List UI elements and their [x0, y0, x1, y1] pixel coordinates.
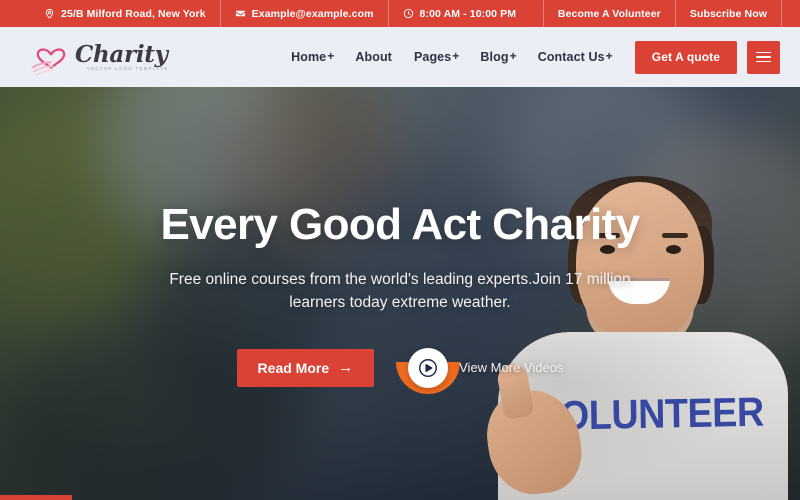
- read-more-button[interactable]: Read More →: [236, 348, 375, 387]
- location-pin-icon: [44, 8, 55, 19]
- subscribe-now-link[interactable]: Subscribe Now: [674, 0, 782, 27]
- hamburger-line: [756, 51, 771, 54]
- clock-icon: [403, 8, 414, 19]
- nav-item-home-label: Home: [291, 50, 327, 64]
- view-more-videos-label: View More Videos: [459, 360, 564, 376]
- hamburger-line: [756, 60, 771, 63]
- view-more-videos-group[interactable]: View More Videos: [396, 347, 564, 394]
- nav-item-blog-label: Blog: [480, 50, 509, 64]
- charity-landing-page: 25/B Milford Road, New York Example@exam…: [0, 0, 800, 500]
- top-bar-links-group: Become A Volunteer Subscribe Now: [542, 0, 800, 27]
- logo-tagline: vector logo template: [87, 65, 169, 71]
- topbar-address-text: 25/B Milford Road, New York: [61, 7, 206, 20]
- hero-action-row: Read More → View More Videos: [0, 347, 800, 394]
- chevron-plus-icon: +: [452, 49, 460, 63]
- logo-wordmark: Charity: [75, 40, 168, 68]
- top-bar-contact-group: 25/B Milford Road, New York Example@exam…: [0, 0, 530, 27]
- site-header: Charity vector logo template Home + Abou…: [0, 27, 800, 87]
- hero-title: Every Good Act Charity: [160, 200, 640, 249]
- site-logo[interactable]: Charity vector logo template: [30, 37, 169, 77]
- hero-subtitle: Free online courses from the world's lea…: [169, 270, 631, 312]
- chevron-plus-icon: +: [327, 49, 335, 63]
- hamburger-menu-icon[interactable]: [747, 40, 780, 74]
- topbar-hours: 8:00 AM - 10:00 PM: [387, 0, 531, 27]
- heart-in-hands-icon: [30, 37, 72, 77]
- topbar-email[interactable]: Example@example.com: [219, 0, 388, 27]
- slider-progress-bar[interactable]: [0, 495, 72, 500]
- play-circle-icon: [408, 347, 449, 388]
- main-navigation: Home + About Pages + Blog + Contact Us +: [291, 50, 613, 64]
- get-a-quote-button[interactable]: Get A quote: [634, 40, 737, 74]
- nav-item-about-label: About: [355, 50, 392, 64]
- nav-item-blog[interactable]: Blog +: [480, 50, 516, 64]
- topbar-address: 25/B Milford Road, New York: [30, 0, 220, 27]
- chevron-plus-icon: +: [509, 49, 517, 63]
- nav-item-contact-us-label: Contact Us: [537, 50, 605, 64]
- nav-item-contact-us[interactable]: Contact Us +: [538, 50, 613, 64]
- top-info-bar: 25/B Milford Road, New York Example@exam…: [0, 0, 800, 27]
- nav-item-about[interactable]: About: [355, 50, 393, 64]
- hero-content: Every Good Act Charity Free online cours…: [0, 200, 800, 394]
- hamburger-line: [756, 56, 771, 58]
- topbar-hours-text: 8:00 AM - 10:00 PM: [419, 7, 517, 20]
- become-a-volunteer-link[interactable]: Become A Volunteer: [542, 0, 675, 27]
- read-more-label: Read More: [257, 359, 330, 376]
- nav-item-home[interactable]: Home +: [291, 50, 334, 64]
- logo-text-block: Charity vector logo template: [75, 43, 169, 71]
- play-video-button[interactable]: [408, 347, 449, 388]
- arrow-right-icon: →: [338, 359, 354, 377]
- topbar-email-text: Example@example.com: [251, 7, 374, 20]
- nav-item-pages[interactable]: Pages +: [414, 50, 459, 64]
- chevron-plus-icon: +: [605, 49, 613, 63]
- envelope-icon: [235, 8, 246, 19]
- hero-slider: VOLUNTEER Every Good Act Charity Free on…: [0, 87, 800, 500]
- nav-item-pages-label: Pages: [413, 50, 452, 64]
